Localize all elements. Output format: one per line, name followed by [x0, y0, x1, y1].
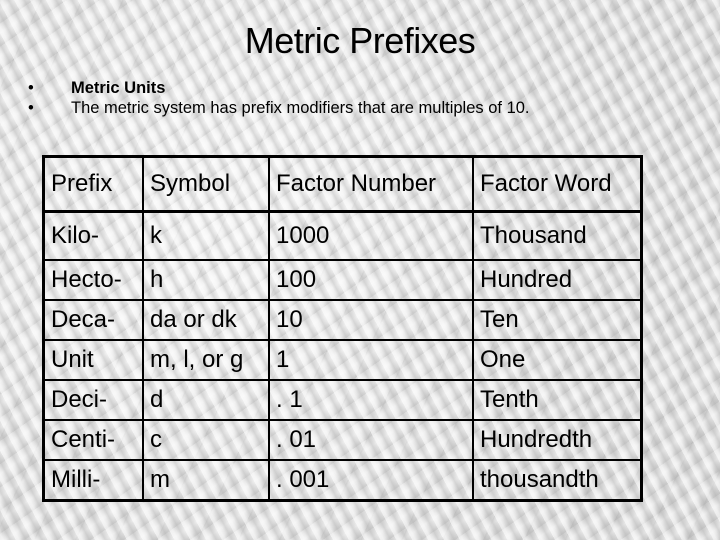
cell-prefix: Kilo- — [42, 211, 144, 261]
cell-symbol: c — [142, 420, 270, 461]
table-row: Deca- da or dk 10 Ten — [42, 300, 643, 341]
cell-factor-number: 10 — [268, 300, 474, 341]
cell-factor-number: 1000 — [268, 211, 474, 261]
column-header-symbol: Symbol — [142, 156, 270, 213]
cell-factor-number: . 001 — [268, 460, 474, 501]
cell-factor-word: Hundredth — [472, 420, 643, 461]
table-row: Deci- d . 1 Tenth — [42, 380, 643, 421]
cell-prefix: Hecto- — [42, 260, 144, 301]
slide-title: Metric Prefixes — [244, 20, 476, 61]
cell-prefix: Deci- — [42, 380, 144, 421]
bullet-text: Metric Units — [71, 79, 166, 97]
cell-prefix: Milli- — [42, 460, 144, 501]
cell-factor-word: One — [472, 340, 643, 381]
table-row: Milli- m . 001 thousandth — [42, 460, 643, 501]
cell-factor-number: . 01 — [268, 420, 474, 461]
cell-symbol: m, l, or g — [142, 340, 270, 381]
table-row: Kilo- k 1000 Thousand — [42, 211, 643, 261]
cell-factor-word: Ten — [472, 300, 643, 341]
cell-factor-number: 1 — [268, 340, 474, 381]
table-header-row: Prefix Symbol Factor Number Factor Word — [42, 156, 643, 213]
bullet-item: • The metric system has prefix modifiers… — [26, 100, 616, 117]
table-row: Centi- c . 01 Hundredth — [42, 420, 643, 461]
column-header-prefix: Prefix — [42, 156, 144, 213]
cell-symbol: h — [142, 260, 270, 301]
cell-symbol: k — [142, 211, 270, 261]
column-header-factor-number: Factor Number — [268, 156, 474, 213]
table-row: Unit m, l, or g 1 One — [42, 340, 643, 381]
column-header-factor-word: Factor Word — [472, 156, 643, 213]
cell-symbol: d — [142, 380, 270, 421]
bullet-list: • Metric Units • The metric system has p… — [26, 80, 616, 120]
prefix-table: Prefix Symbol Factor Number Factor Word … — [42, 155, 643, 502]
bullet-text: The metric system has prefix modifiers t… — [71, 99, 530, 117]
bullet-icon: • — [28, 79, 34, 97]
bullet-item: • Metric Units — [26, 80, 616, 97]
cell-symbol: m — [142, 460, 270, 501]
cell-factor-word: Tenth — [472, 380, 643, 421]
table-row: Hecto- h 100 Hundred — [42, 260, 643, 301]
cell-factor-word: thousandth — [472, 460, 643, 501]
cell-symbol: da or dk — [142, 300, 270, 341]
cell-prefix: Deca- — [42, 300, 144, 341]
cell-factor-word: Thousand — [472, 211, 643, 261]
bullet-icon: • — [28, 99, 34, 117]
cell-prefix: Centi- — [42, 420, 144, 461]
cell-factor-number: . 1 — [268, 380, 474, 421]
cell-factor-number: 100 — [268, 260, 474, 301]
cell-factor-word: Hundred — [472, 260, 643, 301]
cell-prefix: Unit — [42, 340, 144, 381]
